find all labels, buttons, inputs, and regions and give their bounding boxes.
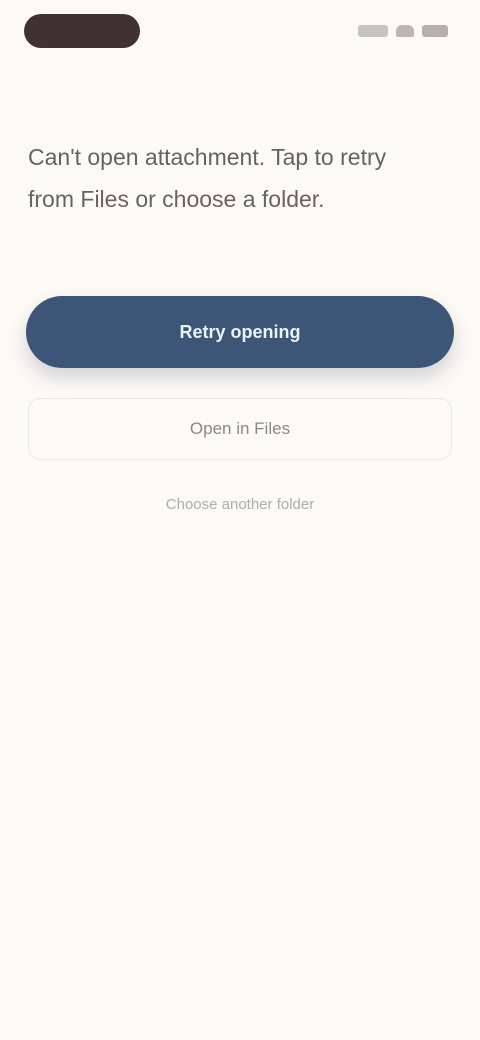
retry-button[interactable]: Retry opening [26,296,454,368]
open-in-files-button[interactable]: Open in Files [28,398,452,460]
status-bar [0,0,480,64]
battery-icon [422,25,448,37]
prompt-text: Can't open attachment. Tap to retry from… [28,144,387,212]
dynamic-island [24,14,140,48]
choose-folder-link[interactable]: Choose another folder [140,490,340,518]
status-icons [358,22,448,40]
signal-icon [358,25,388,37]
wifi-icon [396,25,414,37]
